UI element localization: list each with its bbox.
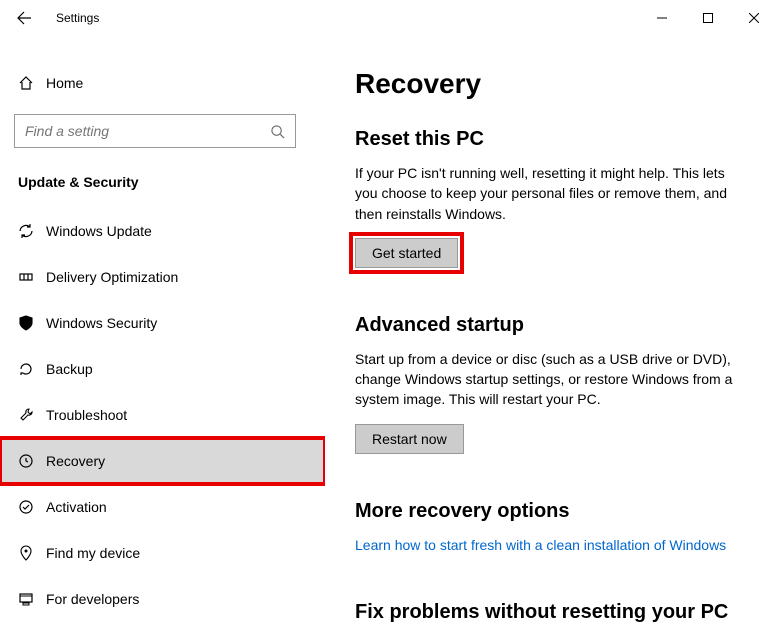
shield-icon: [18, 315, 46, 331]
delivery-icon: [18, 269, 46, 285]
wrench-icon: [18, 407, 46, 423]
close-icon: [749, 13, 759, 23]
page-title: Recovery: [355, 68, 749, 100]
sidebar-item-label: Delivery Optimization: [46, 269, 178, 285]
home-icon: [18, 75, 46, 91]
sidebar-item-recovery[interactable]: Recovery: [0, 438, 325, 484]
get-started-button[interactable]: Get started: [355, 238, 458, 268]
refresh-icon: [18, 223, 46, 239]
sidebar-section-title: Update & Security: [0, 162, 325, 208]
sidebar-item-label: For developers: [46, 591, 139, 607]
location-icon: [18, 545, 46, 561]
search-input[interactable]: [14, 114, 296, 148]
sidebar-item-label: Windows Security: [46, 315, 157, 331]
sidebar-item-label: Windows Update: [46, 223, 152, 239]
home-nav[interactable]: Home: [0, 62, 325, 104]
sidebar-item-label: Troubleshoot: [46, 407, 127, 423]
sidebar-item-label: Recovery: [46, 453, 105, 469]
window-title: Settings: [56, 11, 99, 25]
sidebar-item-windows-update[interactable]: Windows Update: [0, 208, 325, 254]
sidebar-item-label: Activation: [46, 499, 107, 515]
minimize-icon: [657, 13, 667, 23]
sidebar-item-troubleshoot[interactable]: Troubleshoot: [0, 392, 325, 438]
recovery-icon: [18, 453, 46, 469]
advanced-description: Start up from a device or disc (such as …: [355, 349, 749, 410]
restart-now-button[interactable]: Restart now: [355, 424, 464, 454]
sidebar-item-activation[interactable]: Activation: [0, 484, 325, 530]
developers-icon: [18, 591, 46, 607]
check-circle-icon: [18, 499, 46, 515]
reset-heading: Reset this PC: [355, 128, 749, 151]
window-controls: [639, 2, 777, 34]
sidebar-item-for-developers[interactable]: For developers: [0, 576, 325, 622]
sidebar-item-find-my-device[interactable]: Find my device: [0, 530, 325, 576]
more-options-heading: More recovery options: [355, 500, 749, 523]
maximize-icon: [703, 13, 713, 23]
search-icon: [270, 124, 285, 139]
content-area: Recovery Reset this PC If your PC isn't …: [325, 36, 777, 634]
sidebar: Home Update & Security Windows Update De…: [0, 36, 325, 634]
back-button[interactable]: [10, 4, 38, 32]
search-field[interactable]: [25, 123, 270, 139]
sidebar-item-backup[interactable]: Backup: [0, 346, 325, 392]
reset-description: If your PC isn't running well, resetting…: [355, 163, 749, 224]
sidebar-item-windows-security[interactable]: Windows Security: [0, 300, 325, 346]
sidebar-item-label: Find my device: [46, 545, 140, 561]
home-label: Home: [46, 75, 83, 91]
advanced-heading: Advanced startup: [355, 314, 749, 337]
maximize-button[interactable]: [685, 2, 731, 34]
minimize-button[interactable]: [639, 2, 685, 34]
clean-install-link[interactable]: Learn how to start fresh with a clean in…: [355, 537, 726, 553]
backup-icon: [18, 361, 46, 377]
sidebar-item-delivery-optimization[interactable]: Delivery Optimization: [0, 254, 325, 300]
arrow-left-icon: [16, 10, 32, 26]
fix-problems-heading: Fix problems without resetting your PC: [355, 601, 749, 624]
close-button[interactable]: [731, 2, 777, 34]
sidebar-item-label: Backup: [46, 361, 93, 377]
titlebar: Settings: [0, 0, 777, 36]
